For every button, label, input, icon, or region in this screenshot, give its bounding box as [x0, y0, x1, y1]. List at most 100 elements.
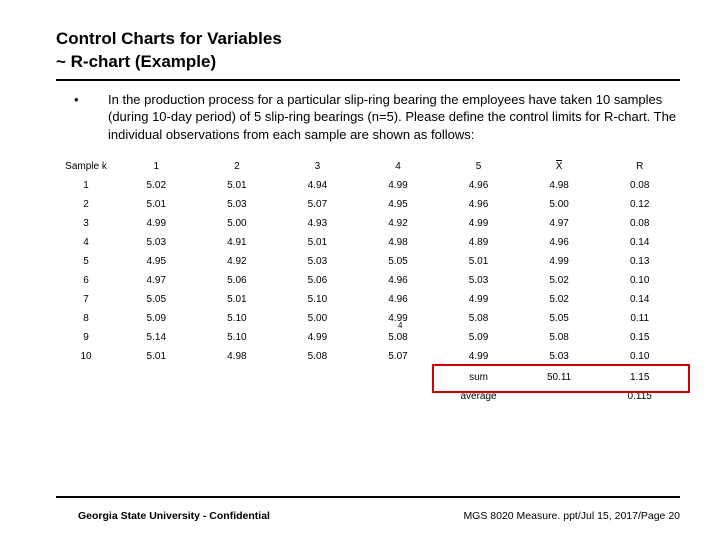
divider-top: [56, 79, 680, 81]
table-cell: 5.05: [116, 290, 197, 309]
table-cell: 4.98: [197, 347, 278, 366]
avg-label: average: [438, 387, 519, 406]
col-header-4: 4: [358, 157, 439, 176]
table-cell: 9: [56, 328, 116, 347]
table-cell: 4.97: [519, 214, 600, 233]
table-cell: 5.08: [277, 347, 358, 366]
table-cell: 5.02: [519, 290, 600, 309]
table-cell: 0.14: [599, 290, 680, 309]
table-cell: 5.09: [116, 309, 197, 328]
table-cell: 5.10: [197, 328, 278, 347]
table-cell: 0.12: [599, 195, 680, 214]
table-cell: 4.97: [116, 271, 197, 290]
table-cell: 8: [56, 309, 116, 328]
table-cell: 5.07: [358, 347, 439, 366]
table-cell: 5.01: [197, 176, 278, 195]
col-header-3: 3: [277, 157, 358, 176]
table-cell: 4.92: [197, 252, 278, 271]
table-cell: 4.994: [358, 309, 439, 328]
avg-r: 0.115: [599, 387, 680, 406]
table-cell: 5.07: [277, 195, 358, 214]
table-cell: 5.05: [358, 252, 439, 271]
col-header-2: 2: [197, 157, 278, 176]
bullet-icon: •: [74, 91, 84, 144]
table-cell: 4.99: [438, 290, 519, 309]
table-cell: 4.98: [358, 233, 439, 252]
slide-subtitle: ~ R-chart (Example): [56, 51, 680, 72]
table-cell: 5.00: [519, 195, 600, 214]
sum-r: 1.15: [599, 366, 680, 387]
table-cell: 5.03: [197, 195, 278, 214]
table-cell: 4: [56, 233, 116, 252]
table-cell: 5.09: [438, 328, 519, 347]
body-paragraph: • In the production process for a partic…: [56, 91, 680, 144]
data-table: Sample k 1 2 3 4 5 X R 15.025.014.944.99…: [56, 157, 680, 406]
table-cell: 5.10: [277, 290, 358, 309]
table-cell: 5.00: [197, 214, 278, 233]
table-cell: 5.06: [197, 271, 278, 290]
table-cell: 5.01: [116, 347, 197, 366]
col-header-r: R: [599, 157, 680, 176]
table-cell: 5.03: [519, 347, 600, 366]
table-cell: 3: [56, 214, 116, 233]
table-cell: 4.96: [358, 271, 439, 290]
table-cell: 5.00: [277, 309, 358, 328]
table-cell: 4.96: [519, 233, 600, 252]
sum-xbar: 50.11: [519, 366, 600, 387]
table-cell: 5.03: [277, 252, 358, 271]
table-cell: 4.99: [438, 347, 519, 366]
table-header-row: Sample k 1 2 3 4 5 X R: [56, 157, 680, 176]
col-header-1: 1: [116, 157, 197, 176]
table-cell: 5.10: [197, 309, 278, 328]
table-cell: 5.03: [438, 271, 519, 290]
table-cell: 4.99: [116, 214, 197, 233]
table-cell: 4.89: [438, 233, 519, 252]
table-cell: 4.95: [116, 252, 197, 271]
table-cell: 4.92: [358, 214, 439, 233]
table-row: 75.055.015.104.964.995.020.14: [56, 290, 680, 309]
table-sum-row: sum50.111.15: [56, 366, 680, 387]
table-cell: 5.01: [197, 290, 278, 309]
table-cell: 1: [56, 176, 116, 195]
table-cell: 2: [56, 195, 116, 214]
table-row: 45.034.915.014.984.894.960.14: [56, 233, 680, 252]
table-cell: 5.02: [519, 271, 600, 290]
table-row: 105.014.985.085.074.995.030.10: [56, 347, 680, 366]
table-cell: 5.05: [519, 309, 600, 328]
table-cell: 4.99: [358, 176, 439, 195]
table-cell: 0.08: [599, 214, 680, 233]
table-cell: 4.93: [277, 214, 358, 233]
table-cell: 5.14: [116, 328, 197, 347]
table-row: 64.975.065.064.965.035.020.10: [56, 271, 680, 290]
table-cell: 5.06: [277, 271, 358, 290]
table-cell: 4.96: [438, 176, 519, 195]
table-row: 54.954.925.035.055.014.990.13: [56, 252, 680, 271]
footer-confidential: Georgia State University - Confidential: [78, 510, 270, 522]
table-cell: 0.14: [599, 233, 680, 252]
table-cell: 0.10: [599, 347, 680, 366]
divider-bottom: [56, 496, 680, 498]
table-cell: 5.08: [519, 328, 600, 347]
table-cell: 5.08: [358, 328, 439, 347]
col-header-sample: Sample k: [56, 157, 116, 176]
table-row: 34.995.004.934.924.994.970.08: [56, 214, 680, 233]
table-cell: 5.01: [277, 233, 358, 252]
table-row: 95.145.104.995.085.095.080.15: [56, 328, 680, 347]
table-cell: 4.99: [519, 252, 600, 271]
table-cell: 5: [56, 252, 116, 271]
table-cell: 0.10: [599, 271, 680, 290]
table-cell: 4.99: [277, 328, 358, 347]
table-row: 15.025.014.944.994.964.980.08: [56, 176, 680, 195]
slide-number-marker: 4: [398, 321, 402, 330]
table-cell: 7: [56, 290, 116, 309]
table-cell: 5.02: [116, 176, 197, 195]
table-cell: 0.08: [599, 176, 680, 195]
table-cell: 0.13: [599, 252, 680, 271]
table-cell: 4.98: [519, 176, 600, 195]
table-cell: 5.01: [116, 195, 197, 214]
table-cell: 6: [56, 271, 116, 290]
table-cell: 0.15: [599, 328, 680, 347]
table-cell: 4.96: [358, 290, 439, 309]
table-row: 85.095.105.004.9945.085.050.11: [56, 309, 680, 328]
slide-title: Control Charts for Variables: [56, 28, 680, 49]
